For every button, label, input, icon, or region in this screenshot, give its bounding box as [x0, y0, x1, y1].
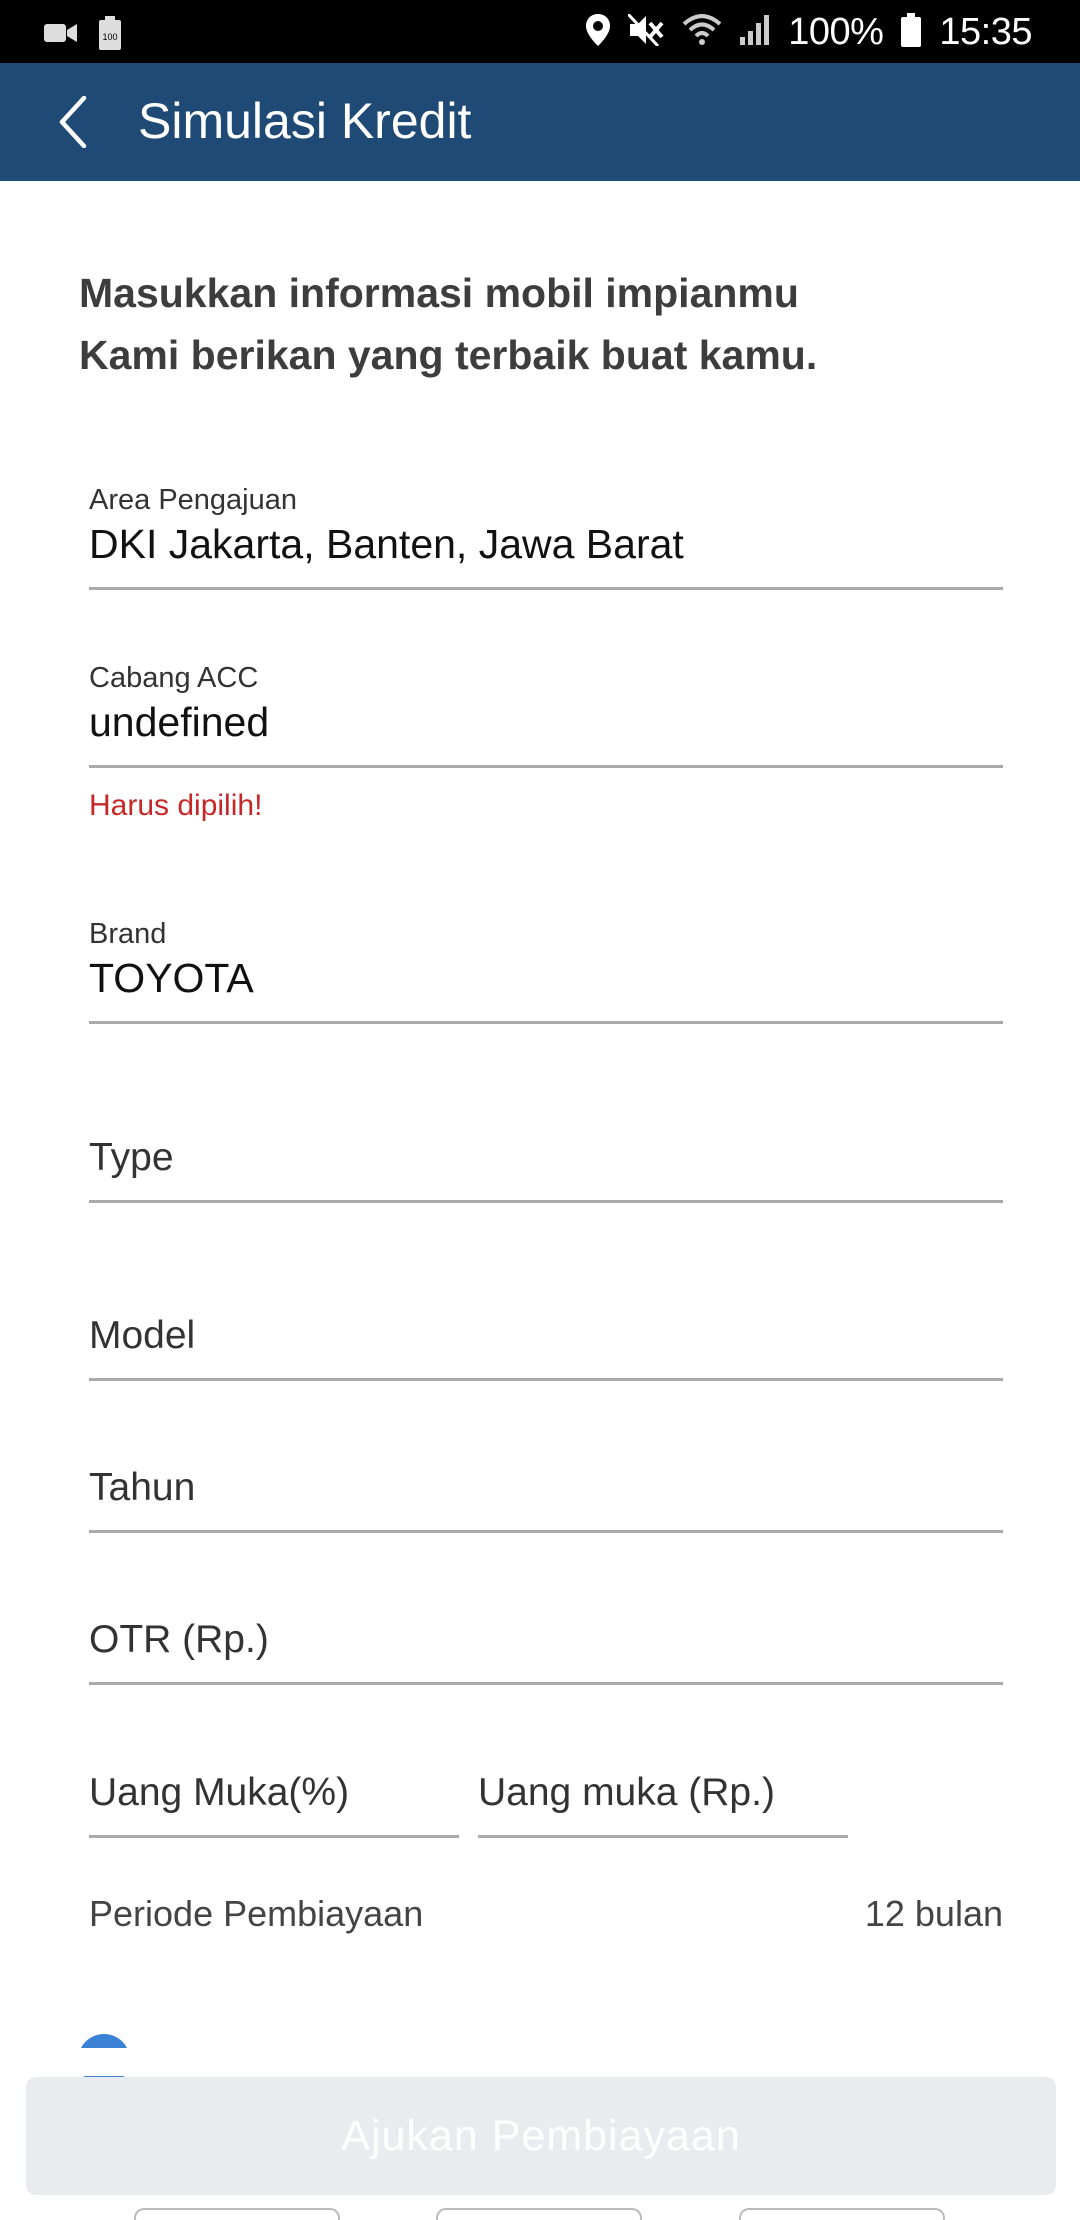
- periode-value: 12 bulan: [864, 1893, 1003, 1934]
- cabang-acc-label: Cabang ACC: [89, 662, 259, 694]
- brand-value: TOYOTA: [89, 955, 254, 1001]
- brand-label: Brand: [89, 918, 167, 950]
- model-placeholder: Model: [89, 1314, 196, 1357]
- location-icon: [586, 13, 611, 51]
- cabang-acc-value: undefined: [89, 699, 270, 745]
- clock: 15:35: [939, 10, 1032, 53]
- battery-icon: [901, 12, 922, 52]
- ajukan-pembiayaan-button[interactable]: Ajukan Pembiayaan: [26, 2077, 1056, 2195]
- chevron-left-icon: [59, 96, 87, 148]
- app-bar: Simulasi Kredit: [0, 63, 1080, 181]
- svg-text:100: 100: [102, 32, 117, 42]
- area-pengajuan-field[interactable]: Area Pengajuan DKI Jakarta, Banten, Jawa…: [89, 484, 1003, 590]
- mute-icon: [627, 12, 664, 51]
- battery-saver-icon: 100: [98, 16, 122, 55]
- type-placeholder: Type: [89, 1136, 174, 1179]
- uang-muka-rp-field[interactable]: Uang muka (Rp.): [478, 1771, 848, 1838]
- intro-text: Masukkan informasi mobil impianmu Kami b…: [79, 262, 817, 386]
- otr-placeholder: OTR (Rp.): [89, 1618, 269, 1661]
- signal-icon: [740, 14, 770, 50]
- status-left-icons: 100: [44, 16, 122, 55]
- bottom-tab-2[interactable]: [436, 2208, 642, 2220]
- tahun-placeholder: Tahun: [89, 1466, 196, 1509]
- periode-label: Periode Pembiayaan: [89, 1893, 424, 1934]
- page-title: Simulasi Kredit: [138, 93, 472, 149]
- cabang-acc-field[interactable]: Cabang ACC undefined: [89, 662, 1003, 768]
- intro-line-2: Kami berikan yang terbaik buat kamu.: [79, 332, 818, 378]
- bottom-tab-1[interactable]: [134, 2208, 340, 2220]
- periode-pembiayaan-row: Periode Pembiayaan 12 bulan: [89, 1893, 1003, 1935]
- type-field[interactable]: Type: [89, 1136, 1003, 1203]
- wifi-icon: [682, 13, 722, 51]
- tahun-field[interactable]: Tahun: [89, 1466, 1003, 1533]
- status-bar: 100 100% 15:35: [0, 0, 1080, 63]
- scroll-clip: [0, 2048, 1080, 2076]
- model-field[interactable]: Model: [89, 1314, 1003, 1381]
- status-right-icons: 100% 15:35: [586, 8, 1032, 56]
- video-icon: [44, 22, 78, 49]
- intro-line-1: Masukkan informasi mobil impianmu: [79, 270, 799, 316]
- battery-percent: 100%: [788, 10, 884, 53]
- area-pengajuan-value: DKI Jakarta, Banten, Jawa Barat: [89, 521, 684, 567]
- uang-muka-percent-field[interactable]: Uang Muka(%): [89, 1771, 459, 1838]
- brand-field[interactable]: Brand TOYOTA: [89, 918, 1003, 1024]
- cabang-error-text: Harus dipilih!: [89, 789, 263, 822]
- otr-field[interactable]: OTR (Rp.): [89, 1618, 1003, 1685]
- bottom-tab-3[interactable]: [739, 2208, 945, 2220]
- area-pengajuan-label: Area Pengajuan: [89, 484, 297, 516]
- uang-muka-percent-placeholder: Uang Muka(%): [89, 1771, 350, 1814]
- back-button[interactable]: [44, 93, 102, 151]
- uang-muka-rp-placeholder: Uang muka (Rp.): [478, 1771, 775, 1814]
